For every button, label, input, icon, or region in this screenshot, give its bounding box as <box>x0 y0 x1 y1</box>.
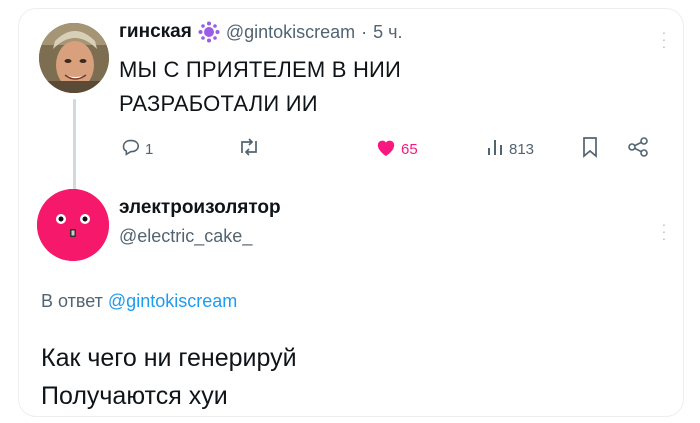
reply-prefix: В ответ <box>41 291 103 311</box>
views-button[interactable]: 813 <box>485 135 534 163</box>
reply-text: Как чего ни генерируй Получаются хуи <box>41 339 297 415</box>
reply-mention-link[interactable]: @gintokiscream <box>108 291 237 311</box>
more-icon[interactable]: · · · <box>659 25 669 53</box>
thread-line <box>73 99 76 199</box>
tweet-text-line: МЫ С ПРИЯТЕЛЕМ В НИИ <box>119 57 402 82</box>
tweet-text-line: РАЗРАБОТАЛИ ИИ <box>119 91 318 116</box>
tweet-card: гинская @gintokiscream · 5 ч. · · · МЫ С П… <box>18 8 684 417</box>
reply-button[interactable]: 1 <box>119 135 153 163</box>
author-name[interactable]: электроизолятор <box>119 197 281 219</box>
heart-icon <box>375 137 397 161</box>
share-button[interactable] <box>627 135 649 163</box>
views-count: 813 <box>509 140 535 158</box>
reply-count: 1 <box>145 140 154 158</box>
reply-context: В ответ @gintokiscream <box>41 291 237 312</box>
views-icon <box>485 137 505 161</box>
like-count: 65 <box>401 140 418 158</box>
avatar[interactable] <box>39 23 109 93</box>
tweet-text: МЫ С ПРИЯТЕЛЕМ В НИИ РАЗРАБОТАЛИ ИИ <box>119 53 401 121</box>
retweet-button[interactable] <box>237 135 265 163</box>
timestamp[interactable]: 5 ч. <box>373 22 402 43</box>
reply-icon <box>119 136 141 162</box>
action-bar: 1 65 813 <box>119 135 659 163</box>
bookmark-icon <box>581 136 599 162</box>
tweet-header: гинская @gintokiscream · 5 ч. <box>119 21 403 43</box>
author-name[interactable]: гинская <box>119 21 192 43</box>
like-button[interactable]: 65 <box>375 135 418 163</box>
purple-splat-icon <box>198 21 220 43</box>
more-icon[interactable]: · · · <box>659 217 669 245</box>
avatar[interactable] <box>37 189 109 261</box>
share-icon <box>627 136 649 162</box>
retweet-icon <box>237 136 261 162</box>
reply-text-line: Как чего ни генерируй <box>41 344 297 372</box>
author-handle[interactable]: @gintokiscream <box>226 22 355 43</box>
separator-dot: · <box>361 21 368 42</box>
reply-text-line: Получаются хуи <box>41 382 228 410</box>
author-handle[interactable]: @electric_cake_ <box>119 226 252 247</box>
bookmark-button[interactable] <box>581 135 599 163</box>
